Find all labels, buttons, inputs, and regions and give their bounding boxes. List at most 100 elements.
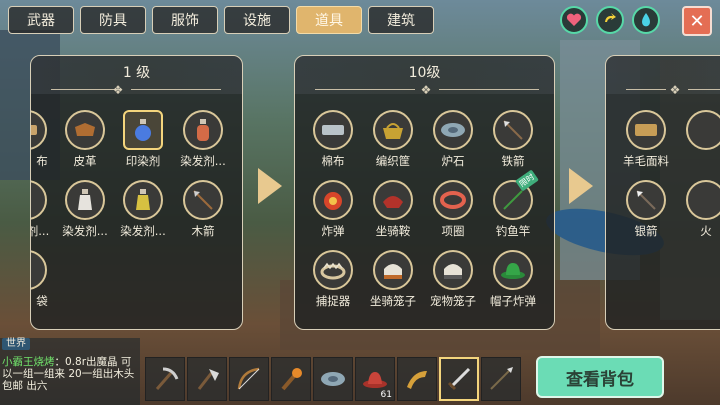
close-button[interactable]: ✕ <box>682 6 712 36</box>
item-woven-basket[interactable]: 编织筐 <box>365 110 421 182</box>
item-hair-dye-2[interactable]: 染发剂... <box>57 180 113 252</box>
tab-weapons[interactable]: 武器 <box>8 6 74 34</box>
item-hat-bomb[interactable]: 帽子炸弹 <box>485 250 541 322</box>
item-trap[interactable]: 捕捉器 <box>305 250 361 322</box>
item-label: 火 <box>700 224 712 238</box>
view-backpack-label: 查看背包 <box>566 369 634 390</box>
item-fire-partial[interactable]: 火 <box>678 180 720 252</box>
bow-icon <box>237 367 260 390</box>
hunger-button[interactable] <box>596 6 624 34</box>
hotbar-slot-spear[interactable] <box>481 357 521 401</box>
category-tabs: 武器 防具 服饰 设施 道具 建筑 <box>8 6 434 36</box>
item-label: 编织筐 <box>375 154 411 168</box>
item-dye-partial[interactable]: 剂... <box>31 180 55 252</box>
collar-icon <box>433 180 473 220</box>
item-partial[interactable] <box>678 110 720 182</box>
item-wool-fabric[interactable]: 羊毛面料 <box>618 110 674 182</box>
item-label: 袋 <box>36 294 48 308</box>
pickaxe-icon <box>155 367 179 390</box>
hotbar-slot-pickaxe[interactable] <box>145 357 185 401</box>
next-tier-arrow-2 <box>569 168 593 204</box>
health-button[interactable] <box>560 6 588 34</box>
water-drop-icon <box>642 13 650 27</box>
hair-dye-bottle-icon <box>123 180 163 220</box>
red-hat-icon <box>363 372 387 388</box>
yellow-swirl-icon <box>605 13 616 22</box>
item-bag-partial[interactable]: 袋 <box>31 250 55 322</box>
item-label: 皮革 <box>73 154 97 168</box>
item-label: 染发剂... <box>180 154 226 168</box>
item-label: 铁箭 <box>501 154 525 168</box>
item-saddle[interactable]: 坐骑鞍 <box>365 180 421 252</box>
chat-box[interactable]: 世界 小霸王烧烤：0.8r出魔晶 可以一组一组来 20一组出木头包邮 出六 <box>0 338 140 405</box>
next-tier-panel: ❖ 羊毛面料 银箭 火 <box>605 55 720 330</box>
chat-channel-world[interactable]: 世界 <box>2 338 30 350</box>
panel-title: 1 级 <box>122 65 151 81</box>
leather-icon <box>65 110 105 150</box>
title-ribbon: ❖ <box>606 83 720 97</box>
tab-facilities[interactable]: 设施 <box>224 6 290 34</box>
item-label: 钓鱼竿 <box>495 224 531 238</box>
item-label: 坐骑笼子 <box>370 294 416 308</box>
item-silver-arrow[interactable]: 银箭 <box>618 180 674 252</box>
item-fishing-rod[interactable]: 限时 钓鱼竿 <box>485 169 541 252</box>
item-bomb[interactable]: 炸弹 <box>305 180 361 252</box>
tab-items[interactable]: 道具 <box>296 6 362 34</box>
sword-icon <box>447 367 471 391</box>
item-wood-arrow[interactable]: 木箭 <box>175 180 231 252</box>
item-label: 项圈 <box>441 224 465 238</box>
tab-armor[interactable]: 防具 <box>80 6 146 34</box>
hotbar-slot-hearthstone[interactable] <box>313 357 353 401</box>
panel-title: 10级 <box>408 65 441 81</box>
horn-icon <box>407 371 427 389</box>
hearthstone-icon <box>433 110 473 150</box>
item-cotton-cloth[interactable]: 棉布 <box>305 110 361 182</box>
fishing-rod-icon: 限时 <box>493 169 539 220</box>
hotbar-slot-axe[interactable] <box>187 357 227 401</box>
hotbar-slot-torch[interactable] <box>271 357 311 401</box>
silver-arrow-icon <box>626 180 666 220</box>
bomb-icon <box>313 180 353 220</box>
item-label: 剂... <box>31 224 50 238</box>
item-label: 捕捉器 <box>315 294 351 308</box>
spear-icon <box>490 367 513 390</box>
chat-username[interactable]: 小霸王烧烤 <box>2 356 55 368</box>
axe-icon <box>197 369 219 390</box>
thirst-button[interactable] <box>632 6 660 34</box>
item-hair-dye-3[interactable]: 染发剂... <box>115 180 171 252</box>
item-label: 炸弹 <box>321 224 345 238</box>
hotbar-slot-sword[interactable] <box>439 357 479 401</box>
hotbar-slot-hat[interactable]: 61 <box>355 357 395 401</box>
trap-icon <box>313 250 353 290</box>
hotbar-slot-horn[interactable] <box>397 357 437 401</box>
tab-buildings[interactable]: 建筑 <box>368 6 434 34</box>
title-ribbon: ❖ <box>295 83 554 97</box>
hat-bomb-icon <box>493 250 533 290</box>
item-label: 染发剂... <box>120 224 166 238</box>
item-pet-cage[interactable]: 宠物笼子 <box>425 250 481 322</box>
dye-bottle-icon <box>31 180 47 220</box>
hair-dye-bottle-icon <box>183 110 223 150</box>
title-ribbon: ❖ <box>31 83 242 97</box>
level-1-panel: 1 级 ❖ 布 皮革 印染剂 染发剂... 剂... 染发剂... 染发剂...… <box>30 55 243 330</box>
fire-arrow-icon <box>686 180 720 220</box>
item-leather[interactable]: 皮革 <box>57 110 113 182</box>
item-mount-cage[interactable]: 坐骑笼子 <box>365 250 421 322</box>
pet-cage-icon <box>433 250 473 290</box>
hotbar-slot-bow[interactable] <box>229 357 269 401</box>
item-dye[interactable]: 印染剂 <box>115 110 171 182</box>
hearthstone-icon <box>321 372 345 386</box>
basket-icon <box>373 110 413 150</box>
wood-arrow-icon <box>183 180 223 220</box>
item-cloth[interactable]: 布 <box>31 110 55 182</box>
tab-clothing[interactable]: 服饰 <box>152 6 218 34</box>
cloth-icon <box>31 110 47 150</box>
item-hair-dye-1[interactable]: 染发剂... <box>175 110 231 182</box>
item-hearthstone[interactable]: 炉石 <box>425 110 481 182</box>
chat-message: 小霸王烧烤：0.8r出魔晶 可以一组一组来 20一组出木头包邮 出六 <box>2 356 138 392</box>
saddle-icon <box>373 180 413 220</box>
item-label: 羊毛面料 <box>623 154 669 168</box>
wool-fabric-icon <box>626 110 666 150</box>
view-backpack-button[interactable]: 查看背包 <box>536 356 664 398</box>
item-collar[interactable]: 项圈 <box>425 180 481 252</box>
